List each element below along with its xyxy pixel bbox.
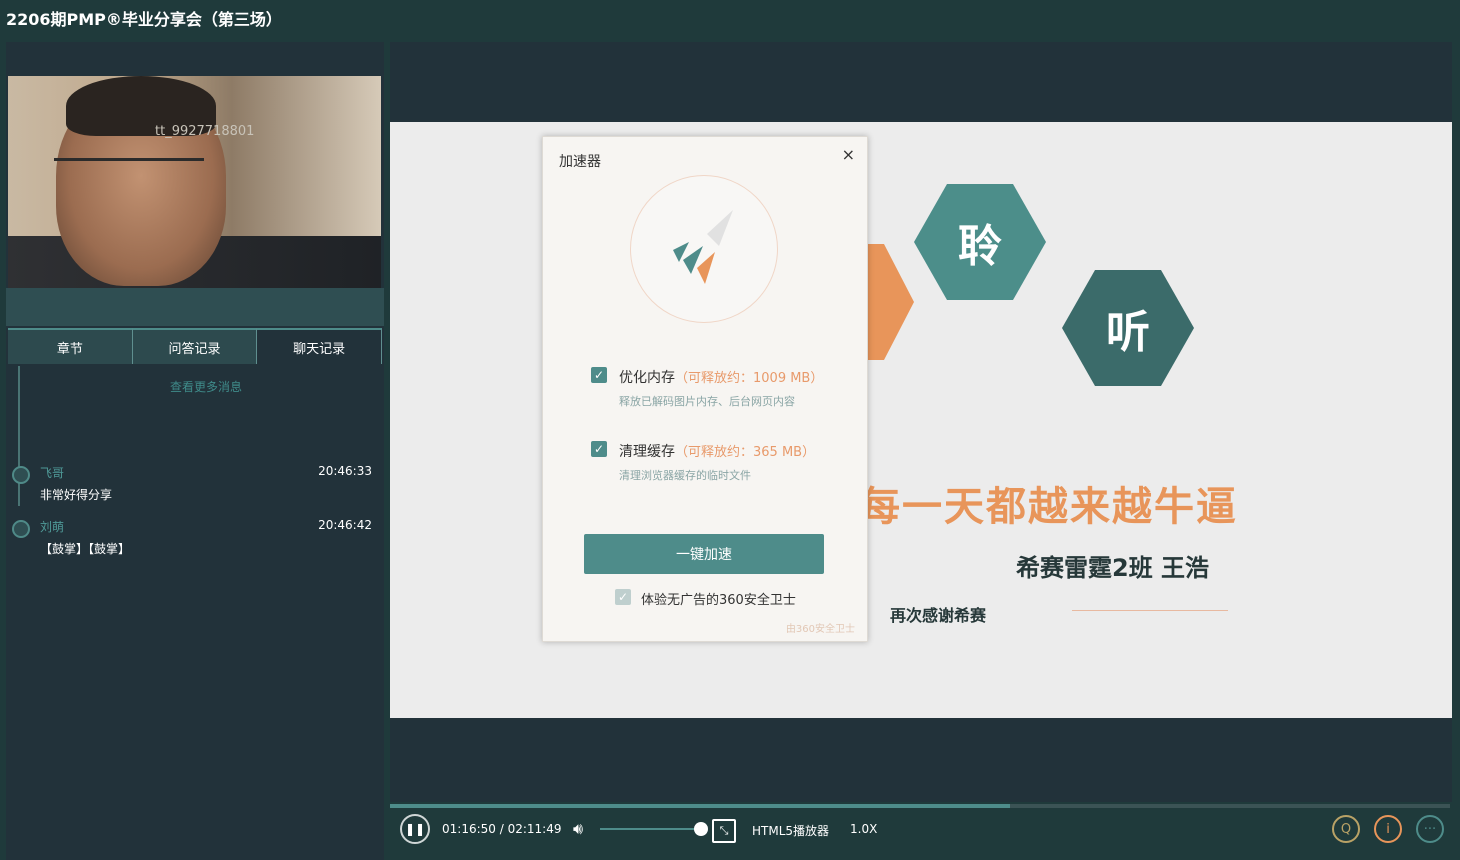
more-icon[interactable]: ··· — [1416, 815, 1444, 843]
fullscreen-icon[interactable]: ⤡ — [712, 819, 736, 843]
rocket-ring — [630, 175, 778, 323]
slide-thanks: 再次感谢希赛 — [890, 606, 987, 625]
volume-slider[interactable] — [600, 828, 702, 830]
dialog-title: 加速器 — [559, 154, 601, 170]
option-save: （可释放约：1009 MB） — [675, 371, 824, 386]
checkbox-icon[interactable]: ✓ — [591, 367, 607, 383]
checkbox-icon[interactable]: ✓ — [591, 441, 607, 457]
volume-knob[interactable] — [694, 822, 708, 836]
progress-fill — [390, 804, 1011, 808]
time-display: 01:16:50 / 02:11:49 — [442, 822, 562, 836]
option-save: （可释放约：365 MB） — [675, 445, 816, 460]
left-panel: tt_9927718801 章节 问答记录 聊天记录 查看更多消息 飞哥 20:… — [6, 42, 384, 860]
rocket-icon — [673, 210, 733, 284]
video-band — [6, 288, 384, 326]
window-title: 2206期PMP®毕业分享会（第三场） — [6, 10, 282, 29]
chat-panel: 查看更多消息 飞哥 20:46:33 非常好得分享 刘萌 20:46:42 【鼓… — [6, 364, 384, 584]
accelerate-button[interactable]: 一键加速 — [584, 534, 824, 574]
tab-chapters[interactable]: 章节 — [8, 328, 133, 364]
slide-divider — [1072, 610, 1228, 611]
search-icon[interactable]: Q — [1332, 815, 1360, 843]
option-title: 优化内存 — [619, 370, 675, 386]
volume-icon[interactable]: 🔊︎ — [566, 818, 590, 840]
option-title: 清理缓存 — [619, 444, 675, 460]
dialog-brand: 由360安全卫士 — [785, 624, 855, 635]
title-bar: 2206期PMP®毕业分享会（第三场） — [0, 0, 1460, 40]
webcam-video[interactable]: tt_9927718801 — [8, 76, 381, 288]
option-label: 优化内存（可释放约：1009 MB） — [619, 367, 823, 387]
pause-icon[interactable]: ❚❚ — [400, 814, 430, 844]
progress-bar[interactable] — [390, 804, 1450, 808]
ad-label: 体验无广告的360安全卫士 — [641, 593, 796, 608]
checkbox-icon[interactable]: ✓ — [615, 589, 631, 605]
chat-author: 刘萌 — [40, 520, 65, 534]
chat-text: 非常好得分享 — [40, 488, 113, 502]
accelerator-dialog: 加速器 × ✓ 优化内存（可释放约：1009 MB） 释放已解码图片内存、后台网… — [542, 136, 868, 642]
slide-slogan: 每一天都越来越牛逼 — [860, 484, 1238, 530]
option-desc: 释放已解码图片内存、后台网页内容 — [619, 395, 795, 408]
close-icon[interactable]: × — [842, 145, 855, 164]
speed-button[interactable]: 1.0X — [850, 822, 877, 836]
player-controls: ❚❚ 01:16:50 / 02:11:49 🔊︎ ⤡ HTML5播放器 1.0… — [390, 810, 1460, 850]
tab-bar: 章节 问答记录 聊天记录 — [8, 328, 383, 364]
avatar-icon — [12, 520, 30, 538]
more-messages-link[interactable]: 查看更多消息 — [6, 378, 406, 395]
player-name: HTML5播放器 — [752, 824, 830, 838]
chat-time: 20:46:33 — [318, 464, 372, 478]
hex-listen-1: 聆 — [914, 184, 1046, 300]
hex-listen-2: 听 — [1062, 270, 1194, 386]
slide-presenter: 希赛雷霆2班 王浩 — [1016, 554, 1210, 582]
video-watermark: tt_9927718801 — [155, 124, 255, 139]
option-desc: 清理浏览器缓存的临时文件 — [619, 469, 751, 482]
tab-qa[interactable]: 问答记录 — [132, 328, 258, 364]
chat-text: 【鼓掌】【鼓掌】 — [40, 542, 131, 556]
info-icon[interactable]: i — [1374, 815, 1402, 843]
chat-time: 20:46:42 — [318, 518, 372, 532]
avatar-icon — [12, 466, 30, 484]
video-glasses — [54, 158, 204, 169]
tab-chat[interactable]: 聊天记录 — [257, 328, 383, 364]
chat-author: 飞哥 — [40, 466, 65, 480]
option-label: 清理缓存（可释放约：365 MB） — [619, 441, 815, 461]
